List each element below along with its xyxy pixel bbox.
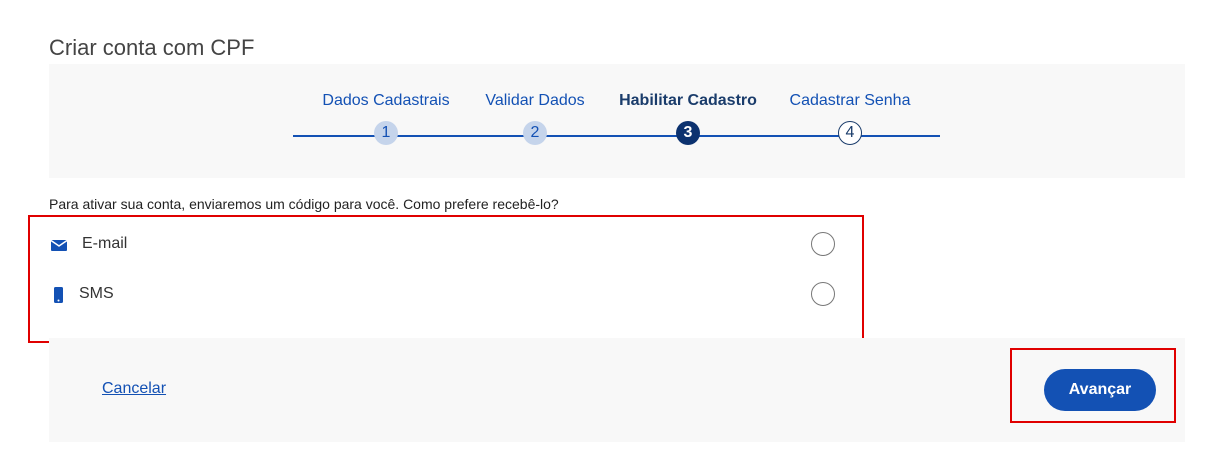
step-cadastrar-senha: Cadastrar Senha 4 bbox=[765, 90, 935, 145]
delivery-options-group: E-mail SMS bbox=[28, 215, 864, 343]
envelope-icon bbox=[50, 236, 68, 254]
step-label: Habilitar Cadastro bbox=[619, 92, 757, 109]
step-habilitar-cadastro: Habilitar Cadastro 3 bbox=[603, 90, 773, 145]
option-sms[interactable]: SMS bbox=[50, 280, 835, 310]
email-radio[interactable] bbox=[811, 232, 835, 256]
step-number: 1 bbox=[374, 121, 398, 145]
step-label: Cadastrar Senha bbox=[789, 92, 911, 109]
step-number: 3 bbox=[676, 121, 700, 145]
stepper-panel: Dados Cadastrais 1 Validar Dados 2 Habil… bbox=[49, 64, 1185, 178]
cancel-link[interactable]: Cancelar bbox=[102, 380, 166, 398]
step-label: Dados Cadastrais bbox=[322, 92, 450, 109]
step-number: 4 bbox=[838, 121, 862, 145]
step-dados-cadastrais: Dados Cadastrais 1 bbox=[301, 90, 471, 145]
advance-highlight: Avançar bbox=[1010, 348, 1176, 423]
option-email[interactable]: E-mail bbox=[50, 230, 835, 260]
page-title: Criar conta com CPF bbox=[49, 34, 255, 60]
instruction-text: Para ativar sua conta, enviaremos um cód… bbox=[49, 196, 559, 212]
step-validar-dados: Validar Dados 2 bbox=[450, 90, 620, 145]
mobile-phone-icon bbox=[50, 286, 68, 304]
step-label: Validar Dados bbox=[485, 92, 585, 109]
sms-radio[interactable] bbox=[811, 282, 835, 306]
step-number: 2 bbox=[523, 121, 547, 145]
option-email-label: E-mail bbox=[82, 235, 128, 252]
advance-button[interactable]: Avançar bbox=[1044, 369, 1156, 411]
option-sms-label: SMS bbox=[79, 285, 114, 302]
